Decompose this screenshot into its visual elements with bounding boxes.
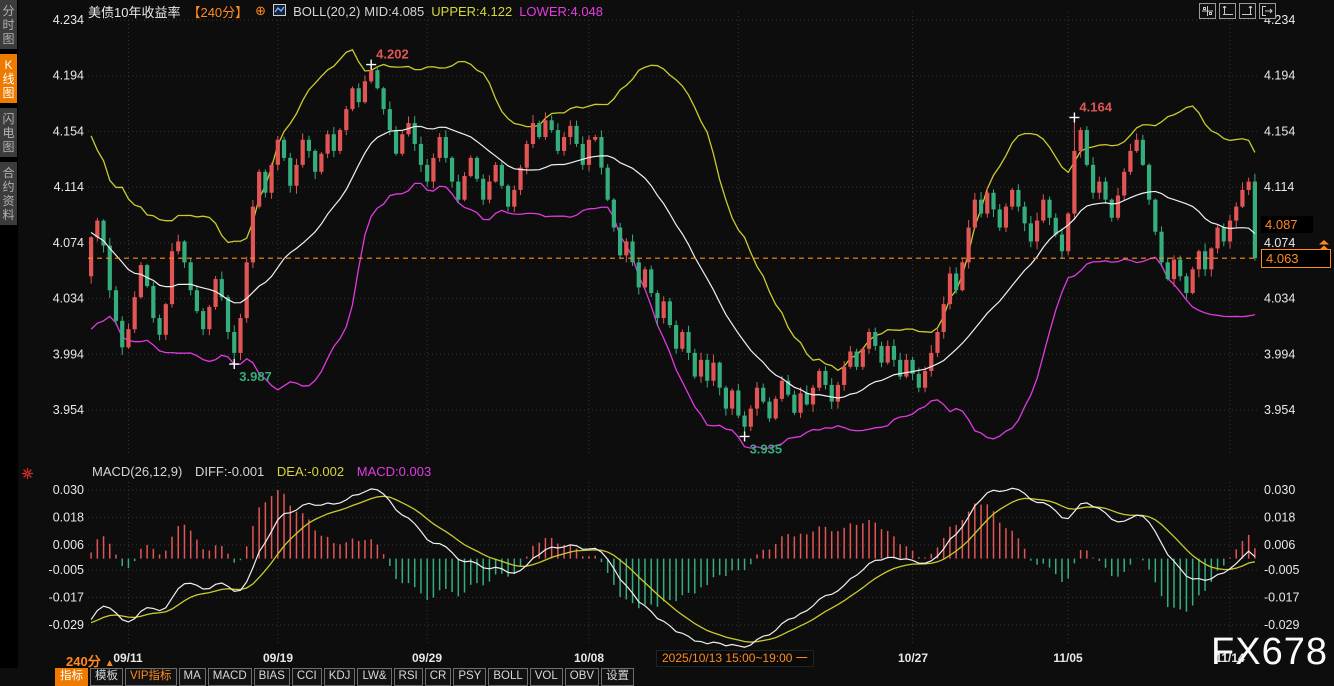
indicator-toolbar: 指标模板VIP指标MAMACDBIASCCIKDJLW&RSICRPSYBOLL… — [55, 668, 636, 686]
chart-type-sidebar: 分时图 K线图闪电图合约资料 — [0, 0, 18, 668]
svg-text:4.114: 4.114 — [54, 180, 84, 194]
svg-text:3.994: 3.994 — [53, 347, 84, 361]
svg-text:4.234: 4.234 — [53, 13, 84, 27]
sidebar-tab-3[interactable]: 合约资料 — [0, 162, 17, 225]
svg-text:4.164: 4.164 — [1079, 99, 1112, 114]
toolbar-button-KDJ[interactable]: KDJ — [324, 668, 356, 686]
svg-text:-0.029: -0.029 — [1264, 618, 1299, 632]
toolbar-button-设置[interactable]: 设置 — [601, 668, 634, 686]
toolbar-button-VIP指标[interactable]: VIP指标 — [125, 668, 177, 686]
svg-text:4.074: 4.074 — [53, 236, 84, 250]
svg-text:4.154: 4.154 — [53, 124, 84, 138]
svg-text:0.018: 0.018 — [53, 510, 84, 524]
boll-lower-value: LOWER:4.048 — [519, 4, 603, 19]
svg-text:4.034: 4.034 — [1264, 292, 1295, 306]
svg-text:-0.005: -0.005 — [49, 563, 84, 577]
toolbar-button-RSI[interactable]: RSI — [394, 668, 423, 686]
svg-text:3.954: 3.954 — [53, 403, 84, 417]
mini-chart-icon[interactable] — [273, 4, 286, 19]
svg-text:4.114: 4.114 — [1264, 180, 1294, 194]
boll-upper-value: UPPER:4.122 — [431, 4, 512, 19]
svg-text:0.006: 0.006 — [53, 538, 84, 552]
pop-out-icon[interactable] — [1259, 3, 1276, 19]
instrument-title: 美债10年收益率 — [88, 2, 180, 21]
pan-tool-icon[interactable] — [1199, 3, 1216, 19]
toolbar-button-BIAS[interactable]: BIAS — [254, 668, 290, 686]
svg-text:4.194: 4.194 — [1264, 69, 1295, 83]
toolbar-button-OBV[interactable]: OBV — [565, 668, 599, 686]
chart-canvas[interactable]: 4.2344.2344.1944.1944.1544.1544.1144.114… — [0, 0, 1334, 648]
toolbar-button-PSY[interactable]: PSY — [453, 668, 486, 686]
time-tick-09/11: 09/11 — [96, 651, 160, 665]
svg-text:3.935: 3.935 — [750, 441, 783, 456]
time-tick-11/05: 11/05 — [1036, 651, 1100, 665]
time-tick-10/27: 10/27 — [881, 651, 945, 665]
svg-text:3.987: 3.987 — [239, 369, 272, 384]
fx678-watermark: FX678 — [1211, 631, 1328, 674]
toolbar-button-MA[interactable]: MA — [179, 668, 206, 686]
svg-text:0.018: 0.018 — [1264, 510, 1295, 524]
time-axis: 240分▲ 2025/10/13 15:00~19:00 一 09/1109/1… — [0, 649, 1334, 668]
svg-text:0.030: 0.030 — [1264, 483, 1295, 497]
time-tick-09/19: 09/19 — [246, 651, 310, 665]
sidebar-tab-kline[interactable]: K线图 — [0, 54, 17, 103]
axis-right-icon[interactable] — [1239, 3, 1256, 19]
svg-text:-0.005: -0.005 — [1264, 563, 1299, 577]
toolbar-button-MACD[interactable]: MACD — [208, 668, 252, 686]
svg-text:3.954: 3.954 — [1264, 403, 1295, 417]
svg-text:-0.017: -0.017 — [1264, 590, 1299, 604]
svg-text:4.202: 4.202 — [376, 47, 409, 62]
period-tag: 【240分】 — [187, 2, 248, 21]
sidebar-tab-2[interactable]: 闪电图 — [0, 108, 17, 157]
target-icon[interactable]: ⊕ — [255, 3, 266, 19]
macd-dea-value: DEA:-0.002 — [277, 464, 344, 479]
time-tick-10/08: 10/08 — [557, 651, 621, 665]
prev-price-readout: 4.087 — [1261, 216, 1313, 233]
chart-title-bar: 美债10年收益率 【240分】 ⊕ BOLL(20,2) MID:4.085 U… — [88, 3, 610, 19]
chart-toolbox — [1199, 3, 1276, 19]
sidebar-tab-0[interactable]: 分时图 — [0, 0, 17, 49]
boll-mid-value: MID:4.085 — [364, 4, 424, 19]
toolbar-button-BOLL[interactable]: BOLL — [488, 668, 527, 686]
svg-text:0.030: 0.030 — [53, 483, 84, 497]
time-tick-09/29: 09/29 — [395, 651, 459, 665]
svg-text:3.994: 3.994 — [1264, 347, 1295, 361]
macd-legend: MACD(26,12,9) DIFF:-0.001 DEA:-0.002 MAC… — [92, 464, 440, 479]
svg-text:0.006: 0.006 — [1264, 538, 1295, 552]
toolbar-button-CR[interactable]: CR — [425, 668, 452, 686]
svg-text:4.034: 4.034 — [53, 292, 84, 306]
svg-text:4.194: 4.194 — [53, 69, 84, 83]
boll-label: BOLL(20,2) — [293, 4, 360, 19]
toolbar-button-CCI[interactable]: CCI — [292, 668, 322, 686]
crosshair-date-readout: 2025/10/13 15:00~19:00 一 — [656, 650, 814, 667]
indicator-star-icon[interactable] — [22, 466, 33, 484]
toolbar-button-模板[interactable]: 模板 — [90, 668, 123, 686]
toolbar-button-指标[interactable]: 指标 — [55, 668, 88, 686]
scroll-to-latest-icon[interactable] — [1318, 237, 1330, 255]
svg-text:-0.029: -0.029 — [49, 618, 84, 632]
svg-text:-0.017: -0.017 — [49, 590, 84, 604]
axis-left-icon[interactable] — [1219, 3, 1236, 19]
toolbar-button-LW&[interactable]: LW& — [357, 668, 391, 686]
toolbar-button-VOL[interactable]: VOL — [530, 668, 563, 686]
macd-pane — [91, 488, 1255, 647]
macd-macd-value: MACD:0.003 — [357, 464, 431, 479]
macd-label: MACD(26,12,9) — [92, 464, 182, 479]
macd-diff-value: DIFF:-0.001 — [195, 464, 264, 479]
trading-app-window: 4.2344.2344.1944.1944.1544.1544.1144.114… — [0, 0, 1334, 686]
svg-text:4.074: 4.074 — [1264, 236, 1295, 250]
svg-text:4.154: 4.154 — [1264, 124, 1295, 138]
